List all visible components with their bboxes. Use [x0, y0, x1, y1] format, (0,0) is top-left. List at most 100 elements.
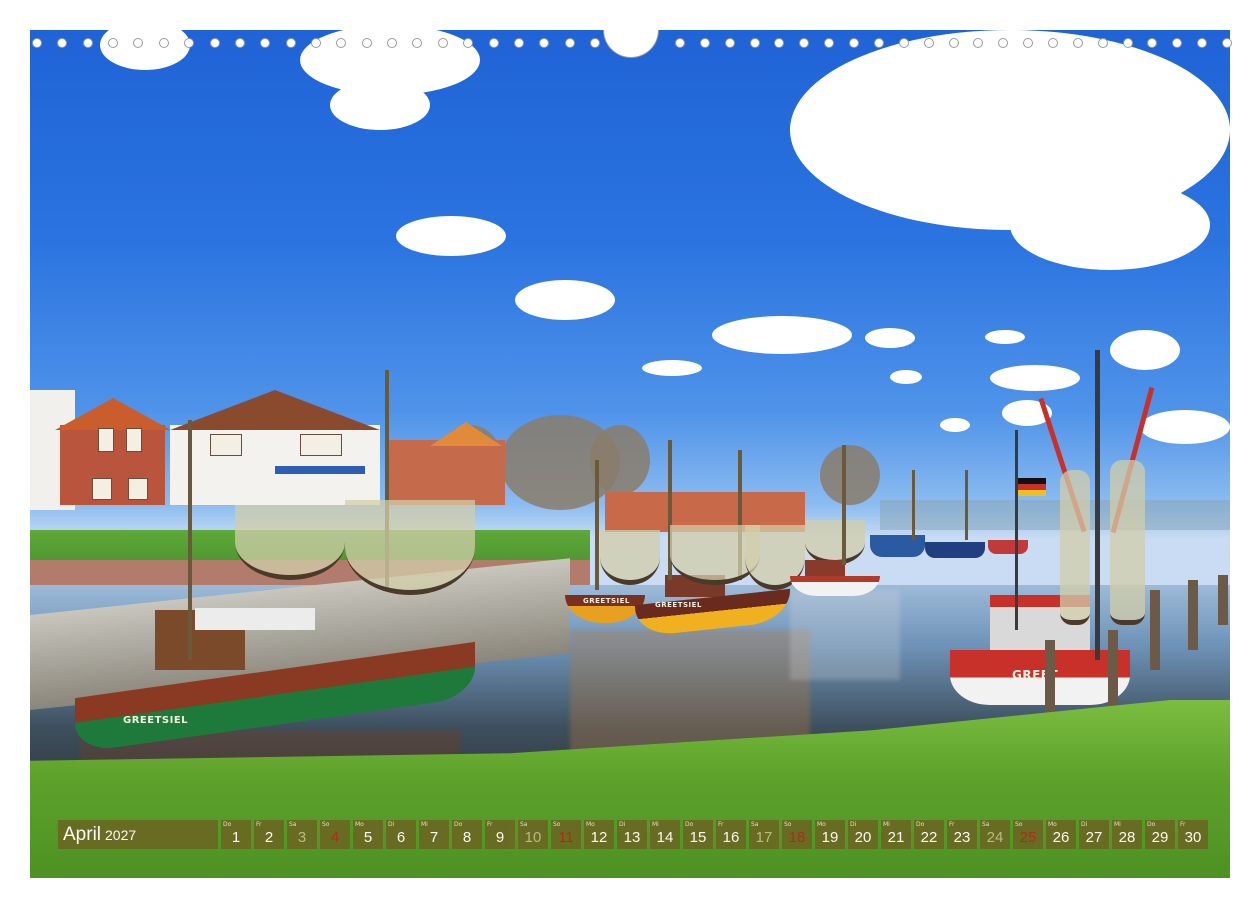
cloud: [1010, 180, 1210, 270]
cloud: [890, 370, 922, 384]
binding-hole: [923, 38, 934, 48]
day-number: 25: [1019, 829, 1037, 846]
day-cell: Fr 30: [1178, 820, 1208, 849]
window: [92, 478, 112, 500]
binding-hole: [973, 38, 984, 48]
weekday-abbrev: Di: [850, 821, 857, 828]
fishing-boat: GREETSIEL: [565, 585, 645, 625]
fishing-net: [1060, 470, 1090, 625]
harbor-far: [880, 500, 1230, 530]
day-cell: Do 29: [1145, 820, 1175, 849]
weekday-abbrev: Mi: [883, 821, 890, 828]
weekday-abbrev: Mo: [817, 821, 826, 828]
day-cell: Fr 23: [947, 820, 977, 849]
day-number: 6: [396, 829, 406, 846]
day-cell: Sa 24: [980, 820, 1010, 849]
day-number: 2: [264, 829, 274, 846]
day-cell: Mi 28: [1112, 820, 1142, 849]
binding-hole: [412, 38, 423, 48]
post: [1108, 630, 1118, 710]
day-number: 18: [788, 829, 806, 846]
binding-hole: [699, 38, 710, 48]
day-number: 3: [297, 829, 307, 846]
weekday-abbrev: Mi: [421, 821, 428, 828]
binding-hole: [285, 38, 296, 48]
day-number: 16: [722, 829, 740, 846]
weekday-abbrev: Di: [619, 821, 626, 828]
binding-hole: [590, 38, 600, 48]
day-cell: Fr 9: [485, 820, 515, 849]
fishing-net: [235, 505, 345, 580]
roof: [430, 422, 502, 446]
boat-name: GREETSIEL: [655, 601, 702, 609]
weekday-abbrev: Di: [1081, 821, 1088, 828]
day-number: 9: [495, 829, 505, 846]
month-label: April 2027: [58, 820, 218, 849]
binding-hole: [488, 38, 499, 48]
day-number: 14: [656, 829, 674, 846]
binding-hole: [57, 38, 68, 48]
day-cell: Sa 10: [518, 820, 548, 849]
reflection: [790, 590, 900, 680]
window: [300, 434, 342, 456]
weekday-abbrev: Do: [223, 821, 232, 828]
day-cell: Mi 14: [650, 820, 680, 849]
weekday-abbrev: Sa: [751, 821, 759, 828]
binding-hole: [948, 38, 959, 48]
house-brick-2: [385, 440, 505, 505]
weekday-abbrev: So: [322, 821, 330, 828]
day-cell: Fr 16: [716, 820, 746, 849]
fishing-net: [345, 500, 475, 595]
day-number: 29: [1151, 829, 1169, 846]
binding-hole: [234, 38, 245, 48]
day-number: 22: [920, 829, 938, 846]
tree: [820, 445, 880, 505]
weekday-abbrev: Mo: [586, 821, 595, 828]
binding-hole: [749, 38, 760, 48]
binding-hole: [336, 38, 347, 48]
weekday-abbrev: Sa: [982, 821, 990, 828]
day-cell: Mo 26: [1046, 820, 1076, 849]
house-large: [170, 425, 380, 505]
day-number: 4: [330, 829, 340, 846]
day-cell: Mo 12: [584, 820, 614, 849]
mast: [965, 470, 968, 540]
day-number: 17: [755, 829, 773, 846]
binding-hole: [108, 38, 119, 48]
weekday-abbrev: Sa: [289, 821, 297, 828]
day-number: 1: [231, 829, 241, 846]
binding-hole: [260, 38, 271, 48]
binding-hole: [133, 38, 144, 48]
weekday-abbrev: Do: [454, 821, 463, 828]
cloud: [865, 328, 915, 348]
day-cell: Di 6: [386, 820, 416, 849]
mast: [912, 470, 915, 540]
fishing-boat: [790, 560, 880, 600]
day-number: 27: [1085, 829, 1103, 846]
day-number: 23: [953, 829, 971, 846]
weekday-abbrev: Sa: [520, 821, 528, 828]
month-name: April: [63, 824, 102, 845]
day-cell: Di 13: [617, 820, 647, 849]
calendar-strip: April 2027 Do 1 Fr 2 Sa 3 So 4 Mo 5 Di 6 Mi 7 Do 8 Fr 9 Sa…: [58, 820, 1208, 849]
day-number: 11: [558, 829, 574, 846]
weekday-abbrev: So: [784, 821, 792, 828]
day-cell: Do 22: [914, 820, 944, 849]
binding-hole: [82, 38, 93, 48]
roof: [55, 398, 171, 430]
cloud: [642, 360, 702, 376]
mast: [1015, 430, 1018, 630]
weekday-abbrev: So: [1015, 821, 1023, 828]
binding-hole: [1172, 38, 1183, 48]
fishing-boat: [925, 542, 985, 558]
calendar-photo: GREETSIEL GREETSIEL GREETSIEL GREET: [30, 30, 1230, 878]
window: [126, 428, 142, 452]
day-number: 26: [1052, 829, 1070, 846]
cloud: [990, 365, 1080, 391]
cloud: [515, 280, 615, 320]
fishing-boat: GREETSIEL: [75, 590, 475, 754]
wire-binding: [30, 30, 1232, 58]
weekday-abbrev: Mi: [652, 821, 659, 828]
hull: [790, 576, 880, 596]
binding-hole: [1097, 38, 1108, 48]
